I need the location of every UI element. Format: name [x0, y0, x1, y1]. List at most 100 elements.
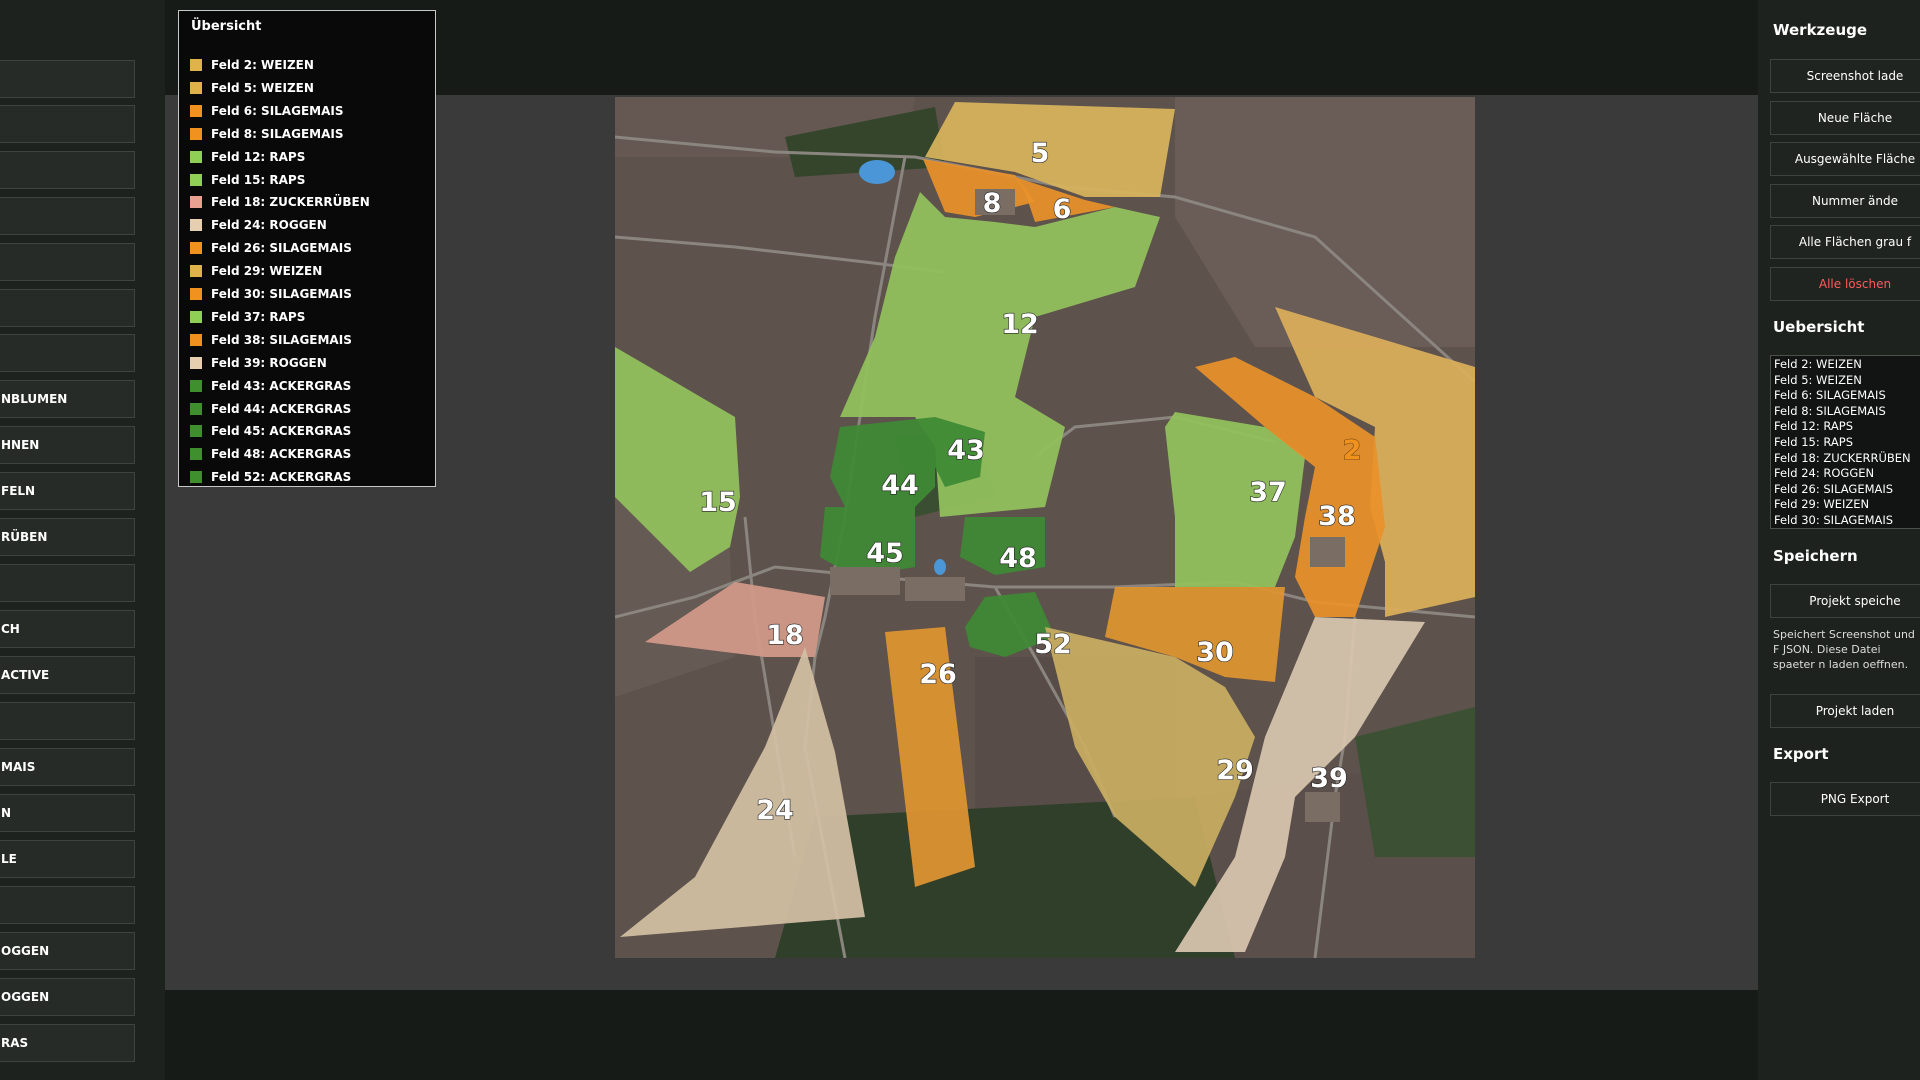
legend-item: Feld 48: ACKERGRAS — [190, 444, 351, 464]
load-project-button[interactable]: Projekt laden — [1770, 694, 1920, 728]
legend-swatch — [190, 265, 202, 278]
field-type-button-10[interactable]: RÜBEN — [0, 518, 135, 556]
field-label-44: 44 — [881, 470, 919, 501]
legend-label: Feld 2: WEIZEN — [211, 58, 314, 72]
overview-list[interactable]: Feld 2: WEIZEN Feld 5: WEIZEN Feld 6: SILA… — [1770, 355, 1920, 529]
delete-all-button[interactable]: Alle löschen — [1770, 267, 1920, 301]
save-project-button[interactable]: Projekt speiche — [1770, 584, 1920, 618]
field-type-button-8[interactable]: HNEN — [0, 426, 135, 464]
overview-list-item[interactable]: Feld 5: WEIZEN — [1774, 373, 1920, 389]
legend-item: Feld 5: WEIZEN — [190, 78, 314, 98]
field-type-button-2[interactable] — [0, 151, 135, 189]
save-title: Speichern — [1773, 547, 1858, 565]
legend-swatch — [190, 333, 202, 346]
field-type-button-13[interactable]: ACTIVE — [0, 656, 135, 694]
field-type-button-6[interactable] — [0, 334, 135, 372]
legend-item: Feld 18: ZUCKERRÜBEN — [190, 192, 370, 212]
overview-list-item[interactable]: Feld 15: RAPS — [1774, 435, 1920, 451]
load-screenshot-button[interactable]: Screenshot lade — [1770, 59, 1920, 93]
legend-label: Feld 8: SILAGEMAIS — [211, 126, 344, 141]
field-type-button-14[interactable] — [0, 702, 135, 740]
field-type-sidebar: NBLUMEN HNEN FELN RÜBEN CH ACTIVE MAIS N LE OGGEN… — [0, 0, 165, 1080]
legend-item: Feld 52: ACKERGRAS — [190, 467, 351, 487]
selected-area-button[interactable]: Ausgewählte Fläche — [1770, 142, 1920, 176]
field-type-button-17[interactable]: LE — [0, 840, 135, 878]
overview-title: Uebersicht — [1773, 318, 1865, 336]
legend-swatch — [190, 219, 202, 232]
field-label-5: 5 — [1031, 138, 1050, 169]
field-label-2: 2 — [1343, 435, 1362, 466]
legend-item: Feld 2: WEIZEN — [190, 55, 314, 75]
legend-label: Feld 38: SILAGEMAIS — [211, 332, 352, 347]
legend-swatch — [190, 288, 202, 300]
field-label-18: 18 — [766, 620, 804, 651]
legend-label: Feld 15: RAPS — [211, 172, 306, 187]
field-type-button-15[interactable]: MAIS — [0, 748, 135, 786]
legend-swatch — [190, 127, 202, 140]
png-export-button[interactable]: PNG Export — [1770, 782, 1920, 816]
field-type-button-3[interactable] — [0, 197, 135, 235]
legend-label: Feld 39: ROGGEN — [211, 355, 327, 370]
legend-label: Feld 45: ACKERGRAS — [211, 424, 352, 439]
field-type-button-19[interactable]: OGGEN — [0, 932, 135, 970]
field-type-button-4[interactable] — [0, 243, 135, 281]
field-type-button-12[interactable]: CH — [0, 610, 135, 648]
field-label-12: 12 — [1001, 309, 1039, 340]
overview-list-item[interactable]: Feld 26: SILAGEMAIS — [1774, 482, 1920, 498]
legend-swatch — [190, 471, 202, 484]
field-type-button-18[interactable] — [0, 886, 135, 924]
field-type-button-21[interactable]: RAS — [0, 1024, 135, 1062]
field-label-29: 29 — [1216, 755, 1254, 786]
legend-item: Feld 26: SILAGEMAIS — [190, 238, 352, 258]
legend-label: Feld 43: ACKERGRAS — [211, 378, 352, 393]
field-label-52: 52 — [1034, 629, 1072, 660]
overview-list-item[interactable]: Feld 30: SILAGEMAIS — [1774, 513, 1920, 528]
field-label-24: 24 — [756, 795, 794, 826]
map-screenshot[interactable]: 5 8 6 12 15 44 43 45 48 52 18 26 24 30 2… — [615, 97, 1475, 958]
legend-swatch — [190, 150, 202, 163]
legend-swatch — [190, 425, 202, 438]
overview-list-item[interactable]: Feld 8: SILAGEMAIS — [1774, 404, 1920, 420]
overview-list-item[interactable]: Feld 29: WEIZEN — [1774, 497, 1920, 513]
legend-label: Feld 29: WEIZEN — [211, 264, 323, 279]
overview-list-item[interactable]: Feld 12: RAPS — [1774, 419, 1920, 435]
legend-item: Feld 6: SILAGEMAIS — [190, 101, 343, 121]
field-type-button-16[interactable]: N — [0, 794, 135, 832]
field-type-button-11[interactable] — [0, 564, 135, 602]
legend-label: Feld 44: ACKERGRAS — [211, 401, 352, 416]
save-description: Speichert Screenshot und F JSON. Diese D… — [1773, 628, 1915, 671]
legend-swatch — [190, 104, 202, 117]
legend-label: Feld 37: RAPS — [211, 309, 306, 324]
field-type-button-1[interactable] — [0, 105, 135, 143]
field-type-button-20[interactable]: OGGEN — [0, 978, 135, 1016]
legend-swatch — [190, 310, 202, 323]
field-type-button-9[interactable]: FELN — [0, 472, 135, 510]
field-type-button-5[interactable] — [0, 289, 135, 327]
bottom-bar — [165, 990, 1758, 1080]
field-label-43: 43 — [947, 435, 985, 466]
new-area-button[interactable]: Neue Fläche — [1770, 101, 1920, 135]
overview-list-item[interactable]: Feld 6: SILAGEMAIS — [1774, 388, 1920, 404]
overview-list-item[interactable]: Feld 24: ROGGEN — [1774, 466, 1920, 482]
field-label-30: 30 — [1196, 637, 1234, 668]
overview-list-item[interactable]: Feld 2: WEIZEN — [1774, 357, 1920, 373]
legend-item: Feld 37: RAPS — [190, 307, 305, 327]
legend-label: Feld 12: RAPS — [211, 149, 306, 164]
legend-item: Feld 15: RAPS — [190, 170, 305, 190]
change-number-button[interactable]: Nummer ände — [1770, 184, 1920, 218]
overview-legend: Übersicht Feld 2: WEIZEN Feld 5: WEIZEN Fe… — [178, 10, 436, 487]
legend-label: Feld 48: ACKERGRAS — [211, 447, 352, 462]
field-label-38: 38 — [1318, 501, 1356, 532]
legend-item: Feld 12: RAPS — [190, 147, 305, 167]
field-label-26: 26 — [919, 659, 957, 690]
field-label-39: 39 — [1310, 763, 1348, 794]
tools-panel: Werkzeuge Screenshot lade Neue Fläche Au… — [1758, 0, 1920, 1080]
legend-label: Feld 18: ZUCKERRÜBEN — [211, 195, 370, 210]
legend-label: Feld 5: WEIZEN — [211, 80, 314, 95]
field-type-button-0[interactable] — [0, 60, 135, 98]
legend-item: Feld 38: SILAGEMAIS — [190, 330, 352, 350]
overview-list-item[interactable]: Feld 18: ZUCKERRÜBEN — [1774, 451, 1920, 467]
field-type-button-7[interactable]: NBLUMEN — [0, 380, 135, 418]
legend-label: Feld 52: ACKERGRAS — [211, 470, 352, 485]
gray-all-areas-button[interactable]: Alle Flächen grau f — [1770, 225, 1920, 259]
